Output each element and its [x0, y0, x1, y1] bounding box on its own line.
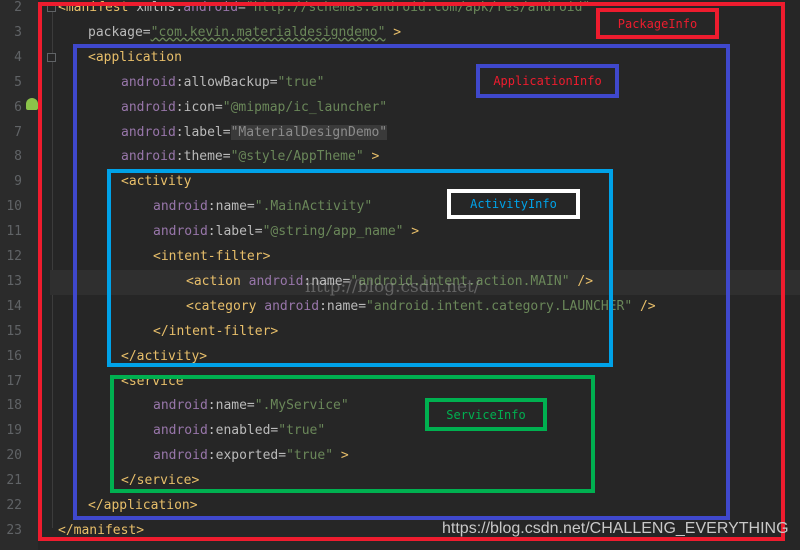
line-number: 11	[6, 224, 22, 240]
line-number: 8	[14, 149, 22, 165]
line-number: 18	[6, 398, 22, 414]
line-number: 20	[6, 448, 22, 464]
line-number: 15	[6, 323, 22, 339]
service-info-box	[110, 375, 595, 493]
line-number: 21	[6, 473, 22, 489]
activity-info-label: ActivityInfo	[447, 189, 580, 219]
line-number: 23	[6, 522, 22, 538]
line-number: 22	[6, 498, 22, 513]
line-number: 17	[6, 373, 22, 389]
line-number: 9	[14, 174, 22, 190]
package-info-label: PackageInfo	[596, 8, 719, 39]
line-number: 13	[6, 273, 22, 289]
application-info-label: ApplicationInfo	[476, 64, 619, 98]
line-number: 19	[6, 423, 22, 439]
line-number: 6	[14, 99, 22, 115]
android-icon	[26, 98, 38, 110]
line-number: 2	[14, 0, 22, 15]
line-number: 12	[6, 249, 22, 264]
line-number: 10	[6, 199, 22, 215]
line-number: 3	[14, 24, 22, 40]
line-number: 5	[14, 74, 22, 90]
line-number: 4	[14, 49, 22, 65]
service-info-label: ServiceInfo	[425, 398, 547, 431]
source-credit: https://blog.csdn.net/CHALLENG_EVERYTHIN…	[442, 520, 789, 537]
line-number: 16	[6, 348, 22, 364]
line-number: 14	[6, 298, 22, 314]
line-number: 7	[14, 124, 22, 140]
